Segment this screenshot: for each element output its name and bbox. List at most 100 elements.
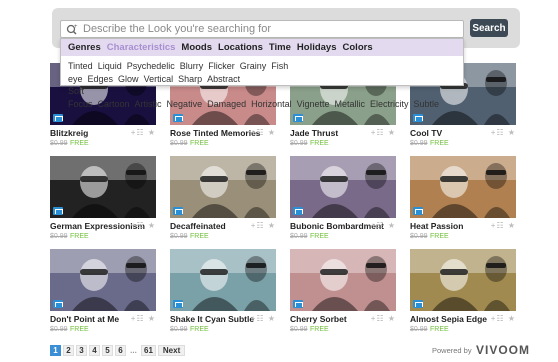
add-to-list-icon[interactable]: +☷ (371, 128, 385, 137)
tag-abstract[interactable]: Abstract (207, 74, 240, 84)
look-thumbnail[interactable] (170, 156, 276, 218)
page-6-button[interactable]: 6 (115, 345, 126, 356)
look-thumbnail[interactable] (170, 249, 276, 311)
look-thumbnail[interactable] (50, 249, 156, 311)
tag-negative[interactable]: Negative (167, 99, 203, 109)
look-card[interactable]: Decaffeinated +☷ ★ $0.99 FREE (170, 156, 276, 250)
tag-metallic[interactable]: Metallic (335, 99, 366, 109)
tag-flicker[interactable]: Flicker (208, 61, 235, 71)
look-card[interactable]: Cherry Sorbet +☷ ★ $0.99 FREE (290, 249, 396, 343)
tag-blurry[interactable]: Blurry (180, 61, 204, 71)
look-title[interactable]: Almost Sepia Edge (410, 314, 487, 324)
star-icon[interactable]: ★ (505, 128, 516, 137)
star-icon[interactable]: ★ (505, 314, 516, 323)
add-to-list-icon[interactable]: +☷ (491, 314, 505, 323)
look-card[interactable]: Almost Sepia Edge +☷ ★ $0.99 FREE (410, 249, 516, 343)
tab-characteristics[interactable]: Characteristics (107, 42, 176, 53)
star-icon[interactable]: ★ (265, 314, 276, 323)
star-icon[interactable]: ★ (265, 128, 276, 137)
tag-sharp[interactable]: Sharp (178, 74, 202, 84)
filter-dropdown: Genres Characteristics Moods Locations Time H… (60, 38, 464, 109)
add-to-list-icon[interactable]: +☷ (251, 221, 265, 230)
look-title[interactable]: Blitzkreig (50, 128, 88, 138)
tab-time[interactable]: Time (269, 42, 291, 53)
look-card[interactable]: Heat Passion +☷ ★ $0.99 FREE (410, 156, 516, 250)
look-title[interactable]: Shake It Cyan Subtle (170, 314, 254, 324)
tag-horizontal[interactable]: Horizontal (251, 99, 292, 109)
look-thumbnail[interactable] (50, 156, 156, 218)
free-badge: FREE (70, 326, 89, 333)
star-icon[interactable]: ★ (385, 314, 396, 323)
look-thumbnail[interactable] (410, 156, 516, 218)
film-icon (173, 207, 183, 215)
add-to-list-icon[interactable]: +☷ (371, 221, 385, 230)
next-page-button[interactable]: Next (157, 345, 186, 356)
add-to-list-icon[interactable]: +☷ (491, 221, 505, 230)
tag-damaged[interactable]: Damaged (207, 99, 246, 109)
tab-moods[interactable]: Moods (181, 42, 212, 53)
tag-cartoon[interactable]: Cartoon (98, 99, 130, 109)
look-title[interactable]: Cool TV (410, 128, 442, 138)
add-to-list-icon[interactable]: +☷ (251, 314, 265, 323)
tab-genres[interactable]: Genres (68, 42, 101, 53)
tag-psychedelic[interactable]: Psychedelic (127, 61, 175, 71)
look-title[interactable]: Don't Point at Me (50, 314, 119, 324)
page-2-button[interactable]: 2 (63, 345, 74, 356)
page-last-button[interactable]: 61 (141, 345, 156, 356)
tag-vignette[interactable]: Vignette (297, 99, 330, 109)
look-thumbnail[interactable] (290, 249, 396, 311)
star-icon[interactable]: ★ (265, 221, 276, 230)
star-icon[interactable]: ★ (505, 221, 516, 230)
page-3-button[interactable]: 3 (76, 345, 87, 356)
star-icon[interactable]: ★ (145, 314, 156, 323)
star-icon[interactable]: ★ (145, 128, 156, 137)
look-thumbnail[interactable] (290, 156, 396, 218)
tag-edges[interactable]: Edges (88, 74, 114, 84)
search-input[interactable] (83, 23, 453, 35)
film-icon (293, 114, 303, 122)
tag-glow[interactable]: Glow (118, 74, 139, 84)
tag-vertical[interactable]: Vertical (144, 74, 174, 84)
look-price: $0.99 (50, 326, 68, 333)
pagination-ellipsis: ... (130, 346, 137, 355)
page-5-button[interactable]: 5 (102, 345, 113, 356)
add-to-list-icon[interactable]: +☷ (131, 128, 145, 137)
look-card[interactable]: Shake It Cyan Subtle +☷ ★ $0.99 FREE (170, 249, 276, 343)
look-price: $0.99 (50, 140, 68, 147)
tag-liquid[interactable]: Liquid (98, 61, 122, 71)
look-title[interactable]: Jade Thrust (290, 128, 338, 138)
look-title[interactable]: Decaffeinated (170, 221, 226, 231)
look-thumbnail[interactable] (410, 249, 516, 311)
tag-soft-focus[interactable]: Soft Focus (68, 86, 93, 109)
look-title[interactable]: Cherry Sorbet (290, 314, 347, 324)
page-4-button[interactable]: 4 (89, 345, 100, 356)
look-title[interactable]: Rose Tinted Memories (170, 128, 261, 138)
tag-subtle[interactable]: Subtle (414, 99, 440, 109)
star-icon[interactable]: ★ (385, 128, 396, 137)
tag-tinted[interactable]: Tinted (68, 61, 93, 71)
tag-artistic[interactable]: Artistic (135, 99, 162, 109)
add-to-list-icon[interactable]: +☷ (491, 128, 505, 137)
look-actions: +☷ ★ (371, 128, 396, 137)
search-button[interactable]: Search (470, 19, 508, 37)
look-card[interactable]: Don't Point at Me +☷ ★ $0.99 FREE (50, 249, 156, 343)
look-card[interactable]: Bubonic Bombardment +☷ ★ $0.99 FREE (290, 156, 396, 250)
look-actions: +☷ ★ (371, 314, 396, 323)
free-badge: FREE (430, 326, 449, 333)
search-field[interactable]: + (60, 20, 464, 38)
star-icon[interactable]: ★ (145, 221, 156, 230)
page-1-button[interactable]: 1 (50, 345, 61, 356)
tag-electricity[interactable]: Electricity (370, 99, 409, 109)
look-card[interactable]: German Expressionism +☷ ★ $0.99 FREE (50, 156, 156, 250)
add-to-list-icon[interactable]: +☷ (371, 314, 385, 323)
add-to-list-icon[interactable]: +☷ (131, 314, 145, 323)
look-title[interactable]: Heat Passion (410, 221, 463, 231)
add-to-list-icon[interactable]: +☷ (251, 128, 265, 137)
tab-locations[interactable]: Locations (218, 42, 263, 53)
tag-grainy[interactable]: Grainy (240, 61, 267, 71)
tab-colors[interactable]: Colors (343, 42, 373, 53)
tab-holidays[interactable]: Holidays (297, 42, 337, 53)
add-to-list-icon[interactable]: +☷ (131, 221, 145, 230)
star-icon[interactable]: ★ (385, 221, 396, 230)
film-icon (413, 300, 423, 308)
